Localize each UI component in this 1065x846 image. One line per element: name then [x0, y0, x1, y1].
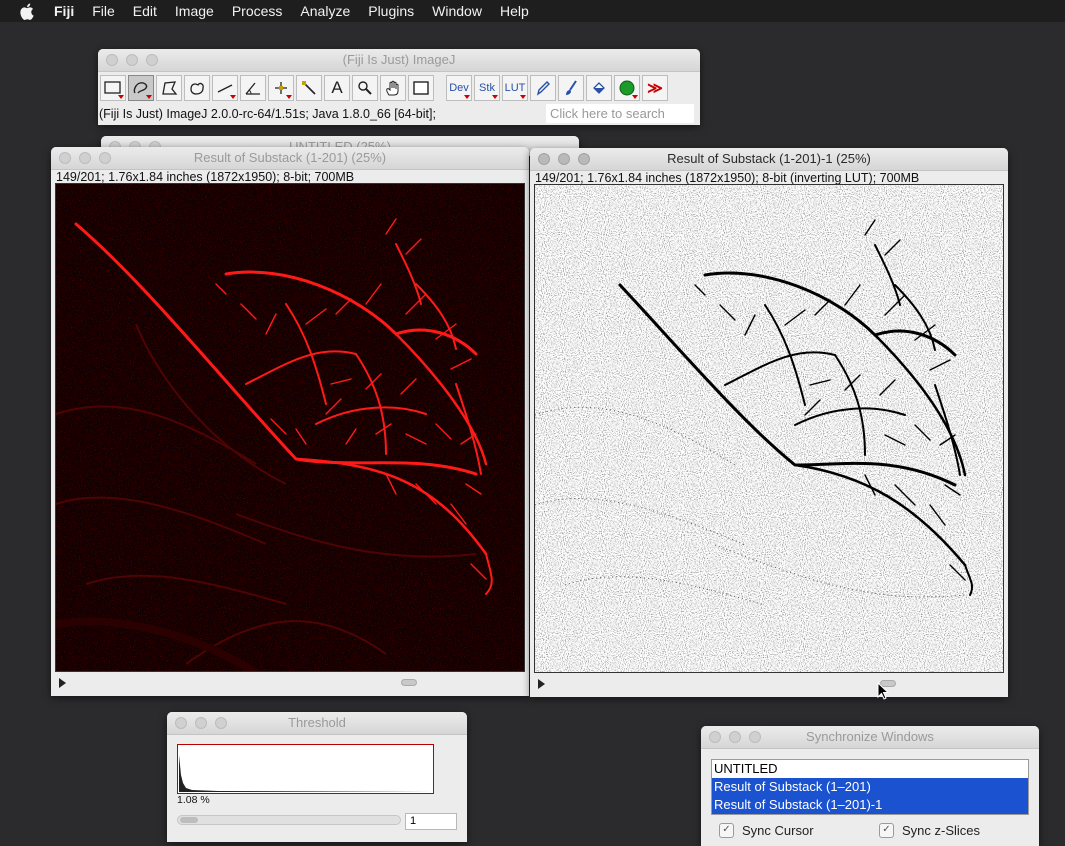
- zoom-icon[interactable]: [749, 731, 761, 743]
- imagej-status-bar: (Fiji Is Just) ImageJ 2.0.0-rc-64/1.51s;…: [98, 103, 700, 125]
- zoom-icon[interactable]: [99, 152, 111, 164]
- right-image-titlebar[interactable]: Result of Substack (1-201)-1 (25%): [530, 148, 1008, 171]
- flood-fill-tool[interactable]: [586, 75, 612, 101]
- dev-tool[interactable]: Dev: [446, 75, 472, 101]
- right-slice-scrollbar[interactable]: [530, 677, 1008, 691]
- right-image-canvas[interactable]: [534, 184, 1004, 673]
- zoom-icon[interactable]: [578, 153, 590, 165]
- threshold-percent: 1.08 %: [177, 794, 210, 806]
- imagej-status-text: (Fiji Is Just) ImageJ 2.0.0-rc-64/1.51s;…: [99, 107, 436, 121]
- sync-slices-label: Sync z-Slices: [902, 823, 981, 838]
- magnifier-tool[interactable]: [352, 75, 378, 101]
- apple-icon[interactable]: [19, 0, 37, 22]
- menu-process[interactable]: Process: [232, 0, 283, 22]
- sync-windows-window: Synchronize Windows UNTITLED Result of S…: [701, 726, 1039, 846]
- close-icon[interactable]: [59, 152, 71, 164]
- right-play-icon[interactable]: [538, 679, 545, 689]
- zoom-icon[interactable]: [215, 717, 227, 729]
- imagej-titlebar[interactable]: (Fiji Is Just) ImageJ: [98, 49, 700, 72]
- imagej-toolbar: A Dev Stk LUT ≫: [98, 72, 700, 103]
- right-image-window: Result of Substack (1-201)-1 (25%) 149/2…: [530, 148, 1008, 697]
- threshold-slider[interactable]: [177, 815, 401, 825]
- dev-tool-label: Dev: [449, 82, 469, 94]
- left-slice-scrollbar[interactable]: [51, 676, 529, 690]
- imagej-title: (Fiji Is Just) ImageJ: [342, 52, 456, 67]
- sync-title: Synchronize Windows: [806, 729, 934, 744]
- histogram-plot: [179, 755, 433, 792]
- threshold-title: Threshold: [288, 715, 346, 730]
- lut-tool-label: LUT: [504, 82, 526, 94]
- stk-tool-label: Stk: [479, 82, 495, 94]
- menu-app-fiji[interactable]: Fiji: [54, 0, 74, 22]
- checkbox-icon[interactable]: ✓: [879, 823, 894, 838]
- polygon-tool[interactable]: [156, 75, 182, 101]
- threshold-histogram: [177, 744, 434, 794]
- minimize-icon[interactable]: [195, 717, 207, 729]
- menu-edit[interactable]: Edit: [133, 0, 157, 22]
- left-image-info: 149/201; 1.76x1.84 inches (1872x1950); 8…: [56, 170, 355, 184]
- list-item[interactable]: Result of Substack (1–201): [712, 778, 1028, 796]
- lut-tool[interactable]: LUT: [502, 75, 528, 101]
- threshold-window: Threshold 1.08 % 1: [167, 712, 467, 842]
- sync-cursor-checkbox[interactable]: ✓ Sync Cursor: [719, 823, 814, 838]
- zoom-icon[interactable]: [146, 54, 158, 66]
- threshold-titlebar[interactable]: Threshold: [167, 712, 467, 735]
- hand-tool[interactable]: [380, 75, 406, 101]
- dropper-green-icon[interactable]: [614, 75, 640, 101]
- menu-plugins[interactable]: Plugins: [368, 0, 414, 22]
- close-icon[interactable]: [106, 54, 118, 66]
- right-image-title: Result of Substack (1-201)-1 (25%): [667, 151, 871, 166]
- threshold-slider-knob[interactable]: [180, 817, 198, 823]
- leaf-veins-red-image: [56, 184, 524, 671]
- rectangle-tool[interactable]: [100, 75, 126, 101]
- menu-help[interactable]: Help: [500, 0, 529, 22]
- left-image-title: Result of Substack (1-201) (25%): [193, 150, 387, 165]
- imagej-main-window: (Fiji Is Just) ImageJ A Dev Stk LUT ≫ (F…: [98, 49, 700, 125]
- minimize-icon[interactable]: [126, 54, 138, 66]
- menu-image[interactable]: Image: [175, 0, 214, 22]
- line-tool[interactable]: [212, 75, 238, 101]
- sync-window-list[interactable]: UNTITLED Result of Substack (1–201) Resu…: [711, 759, 1029, 815]
- close-icon[interactable]: [538, 153, 550, 165]
- right-image-info: 149/201; 1.76x1.84 inches (1872x1950); 8…: [535, 171, 920, 185]
- freehand-tool[interactable]: [128, 75, 154, 101]
- more-tools-button[interactable]: ≫: [642, 75, 668, 101]
- minimize-icon[interactable]: [558, 153, 570, 165]
- close-icon[interactable]: [175, 717, 187, 729]
- left-image-titlebar[interactable]: Result of Substack (1-201) (25%): [51, 147, 529, 170]
- oval-tool[interactable]: [184, 75, 210, 101]
- text-tool[interactable]: A: [324, 75, 350, 101]
- pencil-tool[interactable]: [530, 75, 556, 101]
- brush-tool[interactable]: [558, 75, 584, 101]
- minimize-icon[interactable]: [729, 731, 741, 743]
- left-scroll-thumb[interactable]: [400, 679, 417, 686]
- stk-tool[interactable]: Stk: [474, 75, 500, 101]
- threshold-value-field[interactable]: 1: [405, 813, 457, 830]
- menu-file[interactable]: File: [92, 0, 115, 22]
- color-picker-tool[interactable]: [408, 75, 434, 101]
- search-input[interactable]: Click here to search: [546, 104, 694, 123]
- sync-slices-checkbox[interactable]: ✓ Sync z-Slices: [879, 823, 980, 838]
- close-icon[interactable]: [709, 731, 721, 743]
- menu-bar: Fiji File Edit Image Process Analyze Plu…: [0, 0, 1065, 22]
- checkbox-icon[interactable]: ✓: [719, 823, 734, 838]
- angle-tool[interactable]: [240, 75, 266, 101]
- mouse-cursor-icon: [877, 682, 889, 700]
- wand-tool[interactable]: [296, 75, 322, 101]
- left-image-canvas[interactable]: [55, 183, 525, 672]
- sync-cursor-label: Sync Cursor: [742, 823, 814, 838]
- leaf-veins-binary-image: [535, 185, 1003, 672]
- left-image-window: Result of Substack (1-201) (25%) 149/201…: [51, 147, 529, 696]
- menu-window[interactable]: Window: [432, 0, 482, 22]
- text-tool-label: A: [331, 78, 343, 97]
- point-tool[interactable]: [268, 75, 294, 101]
- menu-analyze[interactable]: Analyze: [300, 0, 350, 22]
- minimize-icon[interactable]: [79, 152, 91, 164]
- list-item[interactable]: Result of Substack (1–201)-1: [712, 796, 1028, 814]
- sync-titlebar[interactable]: Synchronize Windows: [701, 726, 1039, 749]
- more-tools-label: ≫: [647, 80, 663, 97]
- list-item[interactable]: UNTITLED: [712, 760, 1028, 778]
- left-play-icon[interactable]: [59, 678, 66, 688]
